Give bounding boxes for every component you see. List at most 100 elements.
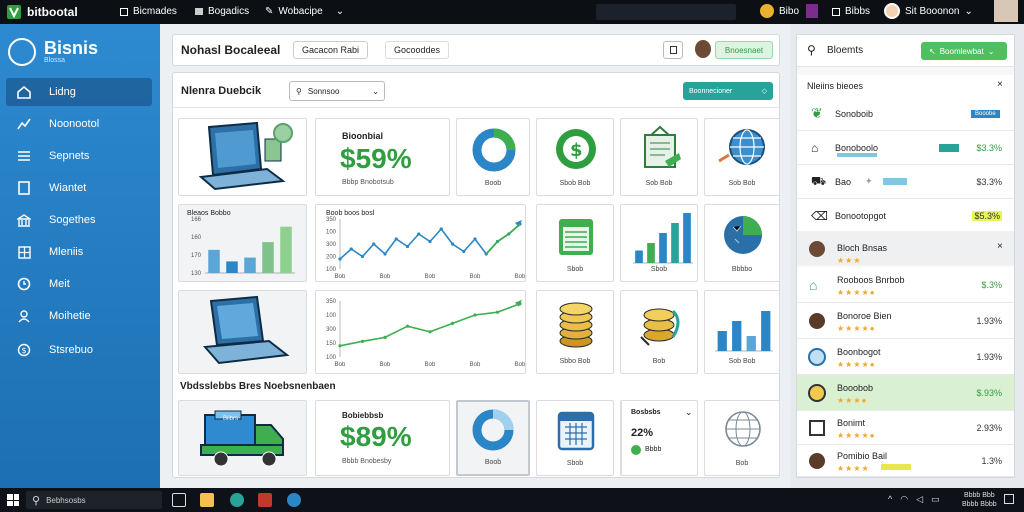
bank-icon: ⌂ [809,276,818,293]
search-icon[interactable]: ⚲ [807,43,816,57]
tile-donut[interactable]: Boob [456,118,530,196]
sidebar-item-meit[interactable]: Meit [6,270,152,298]
flag-icon[interactable] [806,4,818,18]
tile-globe-2[interactable]: Bob [704,400,780,476]
store-icon[interactable] [258,493,272,507]
sidebar-item-moihetie[interactable]: Moihetie [6,302,152,330]
tab-gocooddes[interactable]: Gocooddes [385,41,450,59]
tile-coins-hand[interactable]: Bob [620,290,698,374]
user-menu[interactable]: Sit Booonon ⌄ [884,3,973,19]
tile-laptop[interactable] [178,118,307,196]
list-item[interactable]: Boonbogot ★★★★● 1.93% [797,339,1014,375]
tile-document[interactable]: Sob Bob [620,118,698,196]
chevron-up-icon: ^ [888,494,893,504]
x-tick-label: Bob [470,362,481,368]
bar [280,226,292,273]
sidebar-item-noonootol[interactable]: Noonootol [6,110,152,138]
right-panel-button[interactable]: ↖ Boomlewbat ⌄ [921,42,1007,60]
tile-bar-chart-3[interactable]: Sob Bob [704,290,780,374]
tile-bar-chart[interactable]: Sbob [620,204,698,282]
top-search-box[interactable] [596,4,736,20]
rating-stars: ★★★★ [837,464,870,473]
menu-wobacipe[interactable]: ✎ Wobacipe ⌄ [265,6,344,17]
tile-small-stat[interactable]: Bosbsbs ⌄ 22% Bbbb [620,400,698,476]
section-title: Nleiins bieoes [807,81,864,91]
globe-icon[interactable] [287,493,301,507]
topbar-item-bibbs[interactable]: Bibbs [832,6,870,17]
filter-select[interactable]: ⚲ Sonnsoo ⌄ [289,81,385,101]
tile-calendar[interactable]: Sbob [536,400,614,476]
list-item[interactable]: ⌫ Bonootopgot $5.3% [797,199,1014,233]
chevron-down-icon[interactable]: ⌄ [685,407,693,418]
tile-label: Sbob [650,266,668,273]
header-action-button[interactable]: Bnoesnaet [715,41,773,59]
sidebar-item-lidng[interactable]: Lidng [6,78,152,106]
list-item[interactable]: Bonoroe Bien ★★★★● 1.93% [797,303,1014,339]
x-tick-label: Bob [380,274,391,280]
rating-stars: ★★★ [837,256,862,265]
list-item[interactable]: Bonimt ★★★★● 2.93% [797,411,1014,445]
bar [659,233,667,263]
data-point [473,237,477,241]
menu-icon [120,7,128,16]
bookmark-icon[interactable] [663,41,683,59]
progress-bar [837,153,877,157]
tile-small-bar-chart[interactable]: Bleaos Bobbo 166 160 170 130 [178,204,307,282]
taskbar-search[interactable]: ⚲ Bebhsosbs [26,491,162,509]
profile-photo[interactable] [994,0,1018,22]
percent-value: $89% [340,421,412,452]
tile-line-chart[interactable]: Boob boos bosl 350 100 300 200 100 Bob Bob Bob B… [315,204,526,282]
list-item[interactable]: ⌂ Rooboos Bnrbob ★★★★● $.3% [797,267,1014,303]
coin-stack-icon [559,302,593,348]
close-icon[interactable]: × [997,79,1003,90]
windows-start-icon[interactable] [7,494,19,506]
clock[interactable]: Bbbb Bbb Bbbb Bbbb [962,491,997,509]
tab-gacacon[interactable]: Gacacon Rabi [293,41,369,59]
close-icon[interactable]: × [997,241,1003,252]
menu-bogadics[interactable]: Bogadics [195,6,249,17]
sidebar-item-mleniis[interactable]: Mleniis [6,238,152,266]
list-item-value: $.3% [981,279,1002,290]
list-item-selected[interactable]: Booobob ★★★● $.93% [797,375,1014,411]
tile-percent-2[interactable]: Bobiebbsb $89% Bbbb Bnobesby [315,400,450,476]
tile-percent[interactable]: Bioonbial $59% Bbbp Bnobotsub [315,118,450,196]
sidebar-item-wiantet[interactable]: Wiantet [6,174,152,202]
sidebar-item-stsrebuo[interactable]: $ Stsrebuo [6,336,152,364]
percent-value: $59% [340,143,412,174]
tile-truck[interactable]: Biibrs [178,400,307,476]
list-item-value: $3.3% [976,142,1002,153]
sidebar-item-sepnets[interactable]: Sepnets [6,142,152,170]
section-action-button[interactable]: Boonnecioner ◇ [683,82,773,100]
menu-bicmades[interactable]: Bicmades [120,6,177,17]
sparkle-icon: ✦ [865,176,873,186]
task-view-icon[interactable] [172,493,186,507]
notification-icon[interactable] [1004,494,1014,504]
tile-line-chart-2[interactable]: 350 100 300 150 100 Bob Bob Bob Bob Bob [315,290,526,374]
list-item[interactable]: ❦ Sonoboib Booobe [797,97,1014,131]
system-tray[interactable]: ^ ◠ ◁ ▭ [888,494,940,505]
list-item[interactable]: Pomibio Bail ★★★★ 1.3% [797,445,1014,477]
browser-icon[interactable] [230,493,244,507]
topbar-item-bibo[interactable]: Bibo [760,4,799,18]
list-item[interactable]: ⌂ Bonoboolo $3.3% [797,131,1014,165]
tile-label: Sob Bob [645,180,673,187]
app-logo-icon [7,5,21,19]
tile-coins[interactable]: Sbbo Bob [536,290,614,374]
tile-ledger[interactable]: Sbob [536,204,614,282]
y-tick-label: 100 [326,267,337,273]
tile-laptop-2[interactable] [178,290,307,374]
tile-donut-2[interactable]: Boob [456,400,530,476]
file-explorer-icon[interactable] [200,493,214,507]
tile-coin[interactable]: $ Sbob Bob [536,118,614,196]
tile-globe[interactable]: Sob Bob [704,118,780,196]
tile-pie[interactable]: Bbbbo [704,204,780,282]
tile-title: Bosbsbs [631,409,661,416]
mini-bar [939,143,959,152]
chevron-down-icon: ⌄ [987,46,995,56]
bar [732,321,742,351]
avatar[interactable] [695,40,711,58]
document-icon [644,125,681,168]
list-item[interactable]: ⛟ Bao ✦ $3.3% [797,165,1014,199]
sidebar-item-sogethes[interactable]: Sogethes [6,206,152,234]
app-brand[interactable]: bitbootal [6,4,78,20]
